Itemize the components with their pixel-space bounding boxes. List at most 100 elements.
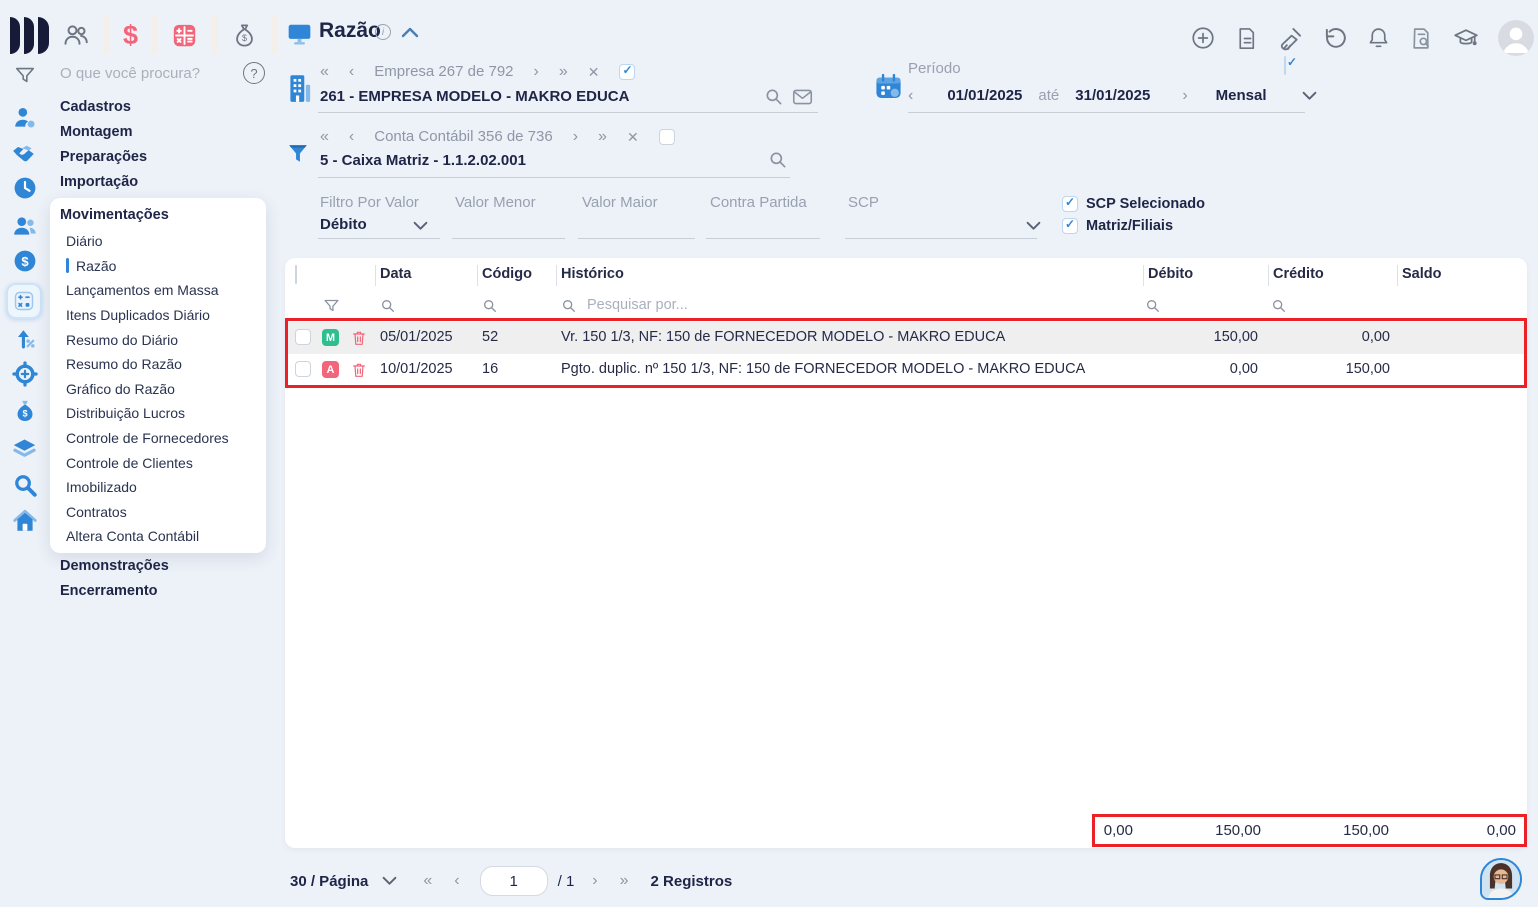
- filter-by-value-select[interactable]: Débito: [320, 216, 367, 233]
- account-next-icon[interactable]: ›: [573, 128, 578, 145]
- support-chat-avatar[interactable]: [1480, 858, 1522, 900]
- period-mode-chevron-down-icon[interactable]: [1302, 91, 1317, 101]
- scp-selecionado-checkbox[interactable]: [1062, 195, 1078, 212]
- account-prev-icon[interactable]: ‹: [349, 128, 354, 145]
- company-prev-icon[interactable]: ‹: [349, 63, 354, 80]
- row-checkbox[interactable]: [295, 329, 311, 345]
- sidebar-item-montagem[interactable]: Montagem: [60, 124, 133, 140]
- column-header-debito[interactable]: Débito: [1148, 266, 1193, 282]
- column-header-data[interactable]: Data: [380, 266, 411, 282]
- sidebar-rail-wheel-icon[interactable]: [12, 361, 38, 387]
- sidebar-item-demonstracoes[interactable]: Demonstrações: [60, 558, 169, 574]
- account-checkbox[interactable]: [658, 128, 675, 145]
- table-row[interactable]: M 05/01/2025 52 Vr. 150 1/3, NF: 150 de …: [285, 322, 1527, 354]
- historico-search-input[interactable]: [585, 296, 809, 314]
- sidebar-rail-people-icon[interactable]: [12, 213, 38, 239]
- sidebar-item-importacao[interactable]: Importação: [60, 174, 138, 190]
- document-icon[interactable]: [1234, 26, 1259, 51]
- period-checkbox[interactable]: [1284, 56, 1286, 75]
- info-icon[interactable]: i: [375, 24, 391, 40]
- sidebar-rail-user-settings-icon[interactable]: [12, 105, 38, 131]
- undo-icon[interactable]: [1322, 25, 1348, 51]
- period-next-icon[interactable]: ›: [1182, 87, 1187, 104]
- company-mail-icon[interactable]: [792, 88, 813, 106]
- page-number-input[interactable]: [479, 866, 548, 896]
- document-search-icon[interactable]: [1409, 26, 1434, 51]
- company-checkbox[interactable]: [619, 63, 636, 80]
- user-avatar[interactable]: [1498, 20, 1534, 56]
- bell-icon[interactable]: [1366, 26, 1391, 51]
- credito-column-search-icon[interactable]: [1271, 298, 1287, 314]
- submenu-item-razao[interactable]: Razão: [50, 254, 266, 279]
- row-checkbox[interactable]: [295, 361, 311, 377]
- account-first-icon[interactable]: «: [320, 128, 329, 145]
- submenu-item-controle-de-clientes[interactable]: Controle de Clientes: [50, 450, 266, 475]
- submenu-item-resumo-do-diario[interactable]: Resumo do Diário: [50, 327, 266, 352]
- sidebar-rail-search-icon[interactable]: [12, 472, 38, 498]
- page-size-chevron-down-icon[interactable]: [382, 876, 397, 886]
- submenu-item-grafico-do-razao[interactable]: Gráfico do Razão: [50, 377, 266, 402]
- submenu-item-controle-de-fornecedores[interactable]: Controle de Fornecedores: [50, 426, 266, 451]
- valor-menor-input[interactable]: [455, 214, 567, 233]
- select-all-checkbox[interactable]: [295, 265, 297, 284]
- calculator-module-icon[interactable]: [171, 22, 198, 49]
- pagination-first-icon[interactable]: «: [423, 873, 432, 889]
- sidebar-rail-calculator-icon-selected[interactable]: [6, 283, 42, 319]
- submenu-title-movimentacoes[interactable]: Movimentações: [50, 198, 266, 229]
- company-last-icon[interactable]: »: [559, 63, 568, 80]
- period-end-date[interactable]: 31/01/2025: [1075, 87, 1150, 104]
- period-prev-icon[interactable]: ‹: [908, 87, 913, 104]
- sidebar-item-cadastros[interactable]: Cadastros: [60, 99, 131, 115]
- column-header-historico[interactable]: Histórico: [561, 266, 624, 282]
- submenu-item-lancamentos-em-massa[interactable]: Lançamentos em Massa: [50, 278, 266, 303]
- trash-icon[interactable]: [351, 330, 367, 346]
- table-filter-funnel-icon[interactable]: [323, 297, 340, 314]
- submenu-item-contratos[interactable]: Contratos: [50, 500, 266, 525]
- account-search-icon[interactable]: [768, 150, 788, 170]
- column-header-codigo[interactable]: Código: [482, 266, 532, 282]
- filter-by-value-chevron-down-icon[interactable]: [413, 221, 428, 231]
- filter-funnel-icon[interactable]: [14, 64, 36, 86]
- scp-chevron-down-icon[interactable]: [1026, 221, 1041, 231]
- sidebar-rail-dollar-icon[interactable]: $: [12, 248, 38, 274]
- column-header-saldo[interactable]: Saldo: [1402, 266, 1441, 282]
- dollar-module-icon[interactable]: $: [123, 21, 138, 49]
- sidebar-rail-rate-arrow-icon[interactable]: [13, 325, 38, 350]
- company-first-icon[interactable]: «: [320, 63, 329, 80]
- account-clear-icon[interactable]: ✕: [627, 129, 639, 145]
- submenu-item-distribuicao-lucros[interactable]: Distribuição Lucros: [50, 401, 266, 426]
- help-icon[interactable]: ?: [243, 62, 265, 84]
- account-last-icon[interactable]: »: [598, 128, 607, 145]
- graduation-cap-icon[interactable]: [1452, 25, 1480, 51]
- moneybag-module-icon[interactable]: $: [231, 22, 258, 49]
- period-mode-select[interactable]: Mensal: [1216, 87, 1267, 104]
- add-icon[interactable]: [1190, 25, 1216, 51]
- company-search-icon[interactable]: [764, 87, 784, 107]
- submenu-item-imobilizado[interactable]: Imobilizado: [50, 475, 266, 500]
- data-column-search-icon[interactable]: [380, 298, 396, 314]
- sidebar-rail-home-icon[interactable]: [12, 508, 38, 534]
- sidebar-item-preparacoes[interactable]: Preparações: [60, 149, 147, 165]
- contra-partida-input[interactable]: [710, 214, 822, 233]
- submenu-item-diario[interactable]: Diário: [50, 229, 266, 254]
- people-module-icon[interactable]: [62, 21, 90, 49]
- submenu-item-itens-duplicados-diario[interactable]: Itens Duplicados Diário: [50, 303, 266, 328]
- company-clear-icon[interactable]: ✕: [588, 64, 600, 80]
- global-search-input[interactable]: [58, 64, 237, 83]
- historico-column-search-icon[interactable]: [561, 298, 577, 314]
- trash-icon[interactable]: [351, 362, 367, 378]
- codigo-column-search-icon[interactable]: [482, 298, 498, 314]
- sidebar-rail-layers-icon[interactable]: [11, 435, 38, 462]
- pagination-next-icon[interactable]: ›: [592, 873, 597, 889]
- pagination-prev-icon[interactable]: ‹: [454, 873, 459, 889]
- company-next-icon[interactable]: ›: [534, 63, 539, 80]
- collapse-chevron-up-icon[interactable]: [401, 27, 419, 38]
- page-size-select[interactable]: 30 / Página: [290, 873, 368, 890]
- table-row[interactable]: A 10/01/2025 16 Pgto. duplic. nº 150 1/3…: [285, 354, 1527, 386]
- column-header-credito[interactable]: Crédito: [1273, 266, 1324, 282]
- debito-column-search-icon[interactable]: [1145, 298, 1161, 314]
- sidebar-rail-clock-icon[interactable]: [12, 175, 38, 201]
- submenu-item-altera-conta-contabil[interactable]: Altera Conta Contábil: [50, 524, 266, 549]
- matriz-filiais-checkbox[interactable]: [1062, 217, 1078, 234]
- valor-maior-input[interactable]: [582, 214, 696, 233]
